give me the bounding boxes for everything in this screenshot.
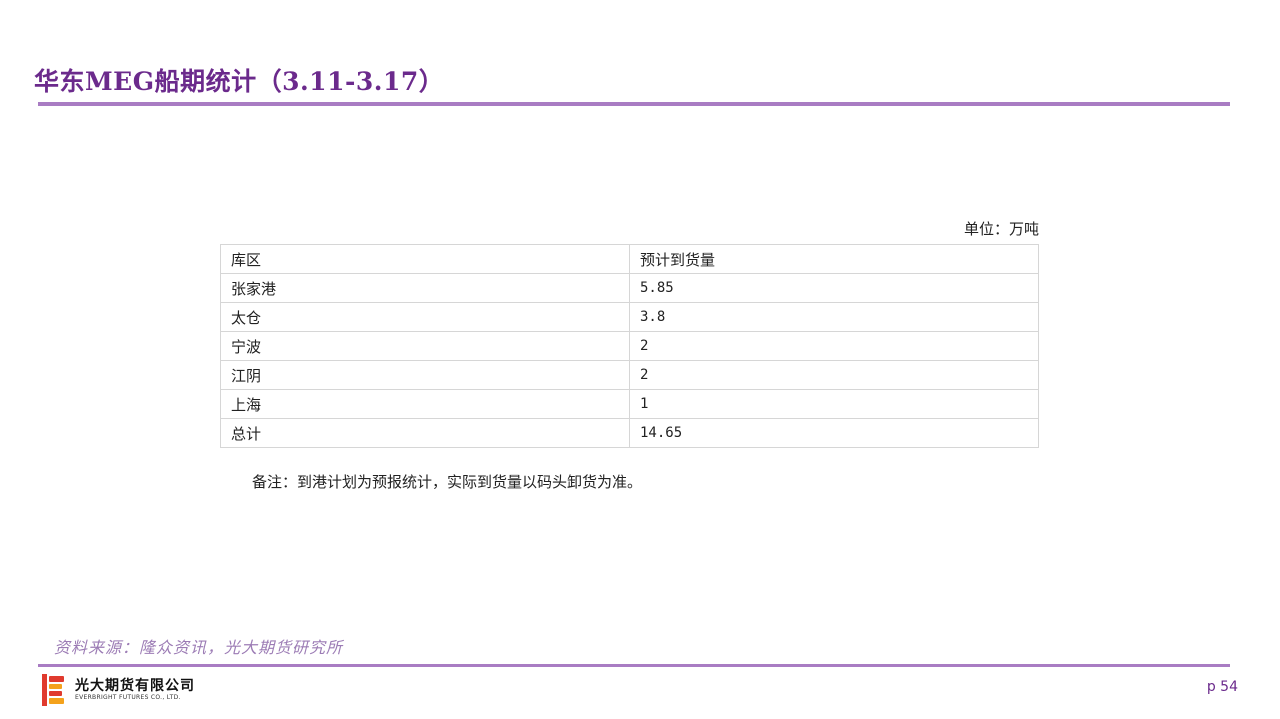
title-divider <box>38 102 1230 106</box>
amount-cell: 2 <box>629 331 1039 361</box>
logo-company-name: 光大期货有限公司 <box>75 678 195 694</box>
amount-cell: 2 <box>629 360 1039 390</box>
shipping-schedule-table: 库区 预计到货量 张家港 5.85 太仓 3.8 宁波 2 江阴 2 上海 1 … <box>220 244 1039 448</box>
table-row: 江阴 2 <box>220 360 1039 390</box>
region-cell: 宁波 <box>220 331 630 361</box>
footer-divider <box>38 664 1230 667</box>
region-cell: 上海 <box>220 389 630 419</box>
amount-cell-total: 14.65 <box>629 418 1039 448</box>
table-row: 宁波 2 <box>220 331 1039 361</box>
everbright-logo-icon <box>42 674 64 706</box>
table-row: 张家港 5.85 <box>220 273 1039 303</box>
table-note: 备注：到港计划为预报统计，实际到货量以码头卸货为准。 <box>252 473 643 491</box>
region-cell: 张家港 <box>220 273 630 303</box>
table-row-total: 总计 14.65 <box>220 418 1039 448</box>
column-header-amount: 预计到货量 <box>629 244 1039 274</box>
table-row: 太仓 3.8 <box>220 302 1039 332</box>
table-row: 上海 1 <box>220 389 1039 419</box>
region-cell-total: 总计 <box>220 418 630 448</box>
column-header-region: 库区 <box>220 244 630 274</box>
page-title: 华东MEG船期统计（3.11-3.17） <box>34 67 445 96</box>
company-logo: 光大期货有限公司 EVERBRIGHT FUTURES CO., LTD. <box>42 674 195 706</box>
table-header-row: 库区 预计到货量 <box>220 244 1039 274</box>
amount-cell: 5.85 <box>629 273 1039 303</box>
amount-cell: 3.8 <box>629 302 1039 332</box>
logo-company-name-en: EVERBRIGHT FUTURES CO., LTD. <box>75 694 181 701</box>
region-cell: 太仓 <box>220 302 630 332</box>
data-source: 资料来源：隆众资讯，光大期货研究所 <box>54 638 344 657</box>
amount-cell: 1 <box>629 389 1039 419</box>
region-cell: 江阴 <box>220 360 630 390</box>
page-number: p 54 <box>1206 679 1238 695</box>
unit-label: 单位：万吨 <box>963 220 1039 238</box>
